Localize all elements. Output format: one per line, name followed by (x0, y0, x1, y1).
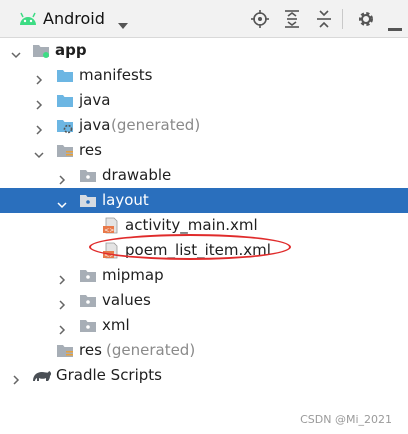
folder-icon (56, 67, 74, 84)
tree-item-label: Gradle Scripts (56, 366, 162, 384)
xml-file-icon: <> (102, 242, 120, 259)
chevron-right-icon[interactable] (57, 170, 67, 185)
tree-item-label: manifests (79, 66, 153, 84)
resource-folder-icon (56, 342, 74, 359)
project-view-selector[interactable]: Android (43, 9, 105, 28)
package-folder-icon (79, 317, 97, 334)
tree-item-label: values (102, 291, 151, 309)
svg-text:<>: <> (104, 252, 114, 259)
hide-icon[interactable] (388, 17, 402, 36)
tree-item-activity-main-xml[interactable]: <> activity_main.xml (0, 213, 408, 238)
tree-item-label: java (79, 116, 111, 134)
tree-item-res-generated[interactable]: res (generated) (0, 338, 408, 363)
module-folder-icon (32, 42, 50, 59)
svg-text:<>: <> (104, 227, 114, 234)
gear-icon[interactable] (357, 10, 375, 32)
tree-item-drawable[interactable]: drawable (0, 163, 408, 188)
package-folder-icon (79, 192, 97, 209)
android-icon (19, 11, 37, 30)
tree-item-mipmap[interactable]: mipmap (0, 263, 408, 288)
tree-item-xml[interactable]: xml (0, 313, 408, 338)
xml-file-icon: <> (102, 217, 120, 234)
chevron-right-icon[interactable] (34, 120, 44, 135)
toolbar-separator (342, 9, 343, 29)
project-toolbar: Android (0, 0, 408, 38)
chevron-down-icon[interactable] (11, 45, 21, 59)
chevron-down-icon[interactable] (34, 145, 44, 159)
resource-folder-icon (56, 142, 74, 159)
watermark: CSDN @Mi_2021 (300, 413, 392, 426)
package-folder-icon (79, 292, 97, 309)
tree-item-manifests[interactable]: manifests (0, 63, 408, 88)
chevron-down-icon[interactable] (57, 195, 67, 209)
tree-item-label: xml (102, 316, 130, 334)
tree-item-poem-list-item-xml[interactable]: <> poem_list_item.xml (0, 238, 408, 263)
expand-all-icon[interactable] (284, 10, 300, 32)
tree-item-label: java (79, 91, 111, 109)
chevron-right-icon[interactable] (57, 270, 67, 285)
generated-folder-icon (56, 117, 74, 134)
chevron-right-icon[interactable] (57, 295, 67, 310)
tree-item-label: poem_list_item.xml (125, 241, 271, 259)
tree-item-java[interactable]: java (0, 88, 408, 113)
tree-item-layout[interactable]: layout (0, 188, 408, 213)
tree-item-label: mipmap (102, 266, 164, 284)
chevron-right-icon[interactable] (34, 70, 44, 85)
tree-item-values[interactable]: values (0, 288, 408, 313)
tree-item-suffix: (generated) (111, 116, 201, 134)
chevron-right-icon[interactable] (57, 320, 67, 335)
tree-item-label: app (55, 41, 87, 59)
tree-item-label: res (79, 341, 102, 359)
folder-icon (56, 92, 74, 109)
tree-item-label: activity_main.xml (125, 216, 258, 234)
tree-item-suffix: (generated) (106, 341, 196, 359)
tree-item-label: res (79, 141, 102, 159)
package-folder-icon (79, 167, 97, 184)
collapse-all-icon[interactable] (316, 10, 332, 32)
gradle-icon (31, 367, 53, 384)
chevron-down-icon[interactable] (117, 15, 129, 34)
locate-icon[interactable] (251, 10, 269, 32)
tree-item-app[interactable]: app (0, 38, 408, 63)
tree-item-label: layout (102, 191, 149, 209)
chevron-right-icon[interactable] (11, 370, 21, 385)
chevron-right-icon[interactable] (34, 95, 44, 110)
tree-item-label: drawable (102, 166, 172, 184)
package-folder-icon (79, 267, 97, 284)
tree-item-gradle-scripts[interactable]: Gradle Scripts (0, 363, 408, 388)
tree-item-java-generated[interactable]: java (generated) (0, 113, 408, 138)
tree-item-res[interactable]: res (0, 138, 408, 163)
